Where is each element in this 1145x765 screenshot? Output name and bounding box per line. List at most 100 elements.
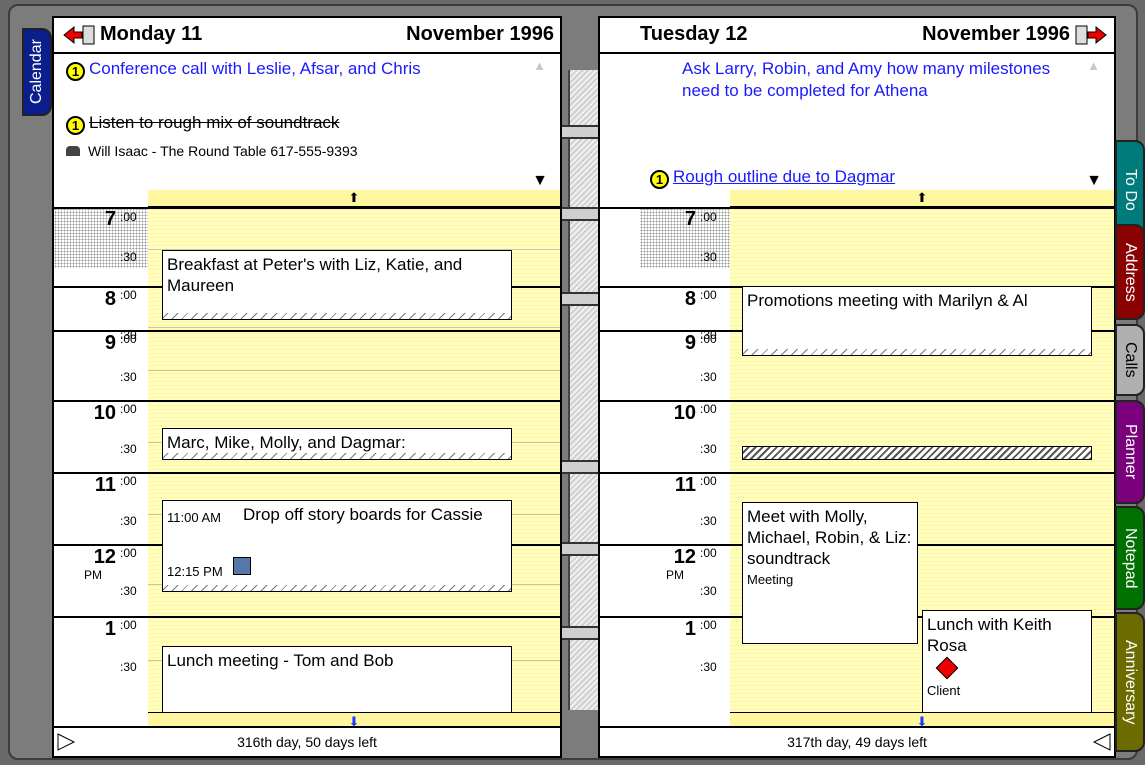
appointment[interactable]: Lunch with Keith Rosa Client: [922, 610, 1092, 714]
time-minutes: :00: [120, 618, 137, 632]
time-minutes: :00: [700, 402, 717, 416]
time-minutes: :00: [120, 210, 137, 224]
time-label: 9: [104, 332, 116, 354]
tab-calls[interactable]: Calls: [1115, 324, 1145, 396]
priority-badge-icon: 1: [650, 170, 669, 189]
left-month-year: November 1996: [406, 23, 554, 45]
time-label: 11: [674, 474, 696, 496]
time-minutes: :00: [700, 618, 717, 632]
right-month-year: November 1996: [922, 23, 1070, 45]
appointment-start-time: 11:00 AM: [167, 510, 221, 525]
note-text: Conference call with Leslie, Afsar, and …: [89, 59, 421, 78]
tentative-block[interactable]: [742, 446, 1092, 460]
half-hour-label: :30: [700, 442, 717, 456]
note-item[interactable]: 1 Listen to rough mix of soundtrack: [66, 112, 530, 135]
page-curl-forward-icon[interactable]: [1092, 732, 1112, 752]
right-day-page: Tuesday 12 November 1996 Ask Larry, Robi…: [598, 16, 1116, 758]
time-label: 12: [673, 546, 696, 568]
priority-badge-icon: 1: [66, 116, 85, 135]
half-hour-line: [148, 327, 560, 328]
appointment[interactable]: 11:00 AM Drop off story boards for Cassi…: [162, 500, 512, 592]
time-minutes: :00: [700, 332, 717, 346]
time-label: 10: [673, 402, 696, 424]
time-column: [600, 190, 731, 730]
wavy-edge: [163, 585, 511, 591]
right-schedule: ⬆ 7 :00 :30 8 :00 :30 9 :00 :30 10 :00 :30 1…: [600, 190, 1114, 730]
appointment-text: Promotions meeting with Marilyn & Al: [747, 291, 1028, 310]
time-minutes: :00: [120, 546, 137, 560]
tab-address[interactable]: Address: [1115, 224, 1145, 320]
note-item[interactable]: 1 Conference call with Leslie, Afsar, and…: [66, 58, 530, 81]
left-notes-area[interactable]: 1 Conference call with Leslie, Afsar, and…: [54, 54, 560, 190]
appointment-text: Drop off story boards for Cassie: [243, 505, 483, 524]
time-minutes: :00: [700, 288, 717, 302]
tab-notepad[interactable]: Notepad: [1115, 506, 1145, 610]
note-text: Ask Larry, Robin, and Amy how many miles…: [682, 59, 1051, 100]
half-hour-label: :30: [120, 514, 137, 528]
appointment[interactable]: Breakfast at Peter's with Liz, Katie, an…: [162, 250, 512, 320]
scroll-up-arrow-icon[interactable]: ▲: [533, 58, 546, 73]
half-hour-label: :30: [120, 250, 137, 264]
note-text: Listen to rough mix of soundtrack: [89, 113, 340, 132]
appointment[interactable]: Marc, Mike, Molly, and Dagmar:: [162, 428, 512, 460]
left-day-page: Monday 11 November 1996 1 Conference call…: [52, 16, 562, 758]
appointment-text: Meet with Molly, Michael, Robin, & Liz: …: [747, 507, 912, 568]
binder-spine: [568, 70, 600, 710]
half-hour-label: :30: [700, 514, 717, 528]
save-disk-icon: [233, 557, 251, 575]
half-hour-label: :30: [120, 370, 137, 384]
tab-anniversary[interactable]: Anniversary: [1115, 612, 1145, 752]
right-page-footer: 317th day, 49 days left: [600, 726, 1114, 756]
schedule-scroll-up[interactable]: ⬆: [148, 190, 560, 207]
appointment[interactable]: Promotions meeting with Marilyn & Al: [742, 286, 1092, 356]
time-minutes: :00: [120, 474, 137, 488]
diamond-icon: [935, 656, 959, 680]
half-hour-label: :30: [700, 584, 717, 598]
half-hour-label: :30: [120, 584, 137, 598]
hour-line: [54, 207, 560, 209]
time-label: 11: [94, 474, 116, 496]
time-minutes: :00: [700, 210, 717, 224]
pm-label: PM: [84, 568, 102, 582]
right-page-header: Tuesday 12 November 1996: [600, 18, 1114, 54]
page-curl-back-icon[interactable]: [56, 732, 76, 752]
time-label: 1: [684, 618, 696, 640]
appointment-category: Client: [927, 683, 961, 698]
scroll-down-arrow-icon[interactable]: ▼: [532, 172, 548, 190]
right-notes-area[interactable]: Ask Larry, Robin, and Amy how many miles…: [600, 54, 1114, 190]
note-text: Will Isaac - The Round Table 617-555-939…: [88, 143, 358, 159]
scroll-up-arrow-icon[interactable]: ▲: [1087, 58, 1100, 73]
tab-planner[interactable]: Planner: [1115, 400, 1145, 504]
appointment-category: Meeting: [747, 572, 794, 587]
half-hour-label: :30: [120, 442, 137, 456]
time-minutes: :00: [120, 402, 137, 416]
half-hour-line: [148, 370, 560, 371]
time-label: 1: [104, 618, 116, 640]
time-label: 7: [104, 208, 116, 230]
left-page-header: Monday 11 November 1996: [54, 18, 560, 54]
next-day-icon[interactable]: [1074, 24, 1108, 46]
note-item[interactable]: Ask Larry, Robin, and Amy how many miles…: [682, 58, 1052, 102]
time-label: 8: [104, 288, 116, 310]
time-label: 7: [684, 208, 696, 230]
appointment[interactable]: Lunch meeting - Tom and Bob: [162, 646, 512, 714]
note-item[interactable]: 1 Rough outline due to Dagmar: [650, 166, 1060, 189]
time-minutes: :00: [120, 332, 137, 346]
previous-day-icon[interactable]: [62, 24, 96, 46]
time-column: [54, 190, 149, 730]
tab-calendar[interactable]: Calendar: [22, 28, 52, 116]
time-label: 8: [684, 288, 696, 310]
scroll-down-arrow-icon[interactable]: ▼: [1086, 172, 1102, 190]
time-label: 12: [93, 546, 116, 568]
left-schedule: ⬆ 7 :00 :30 8 :00 :30 9 :00 :30 10 :00 :30 1…: [54, 190, 560, 730]
appointment-text: Lunch with Keith Rosa: [927, 615, 1052, 655]
left-day-title: Monday 11: [100, 23, 203, 45]
appointment[interactable]: Meet with Molly, Michael, Robin, & Liz: …: [742, 502, 918, 644]
time-label: 9: [684, 332, 696, 354]
half-hour-label: :30: [700, 250, 717, 264]
wavy-edge: [743, 349, 1091, 355]
schedule-scroll-up[interactable]: ⬆: [730, 190, 1114, 207]
note-item[interactable]: Will Isaac - The Round Table 617-555-939…: [66, 140, 530, 162]
appointment-text: Breakfast at Peter's with Liz, Katie, an…: [167, 255, 463, 295]
time-label: 10: [93, 402, 116, 424]
